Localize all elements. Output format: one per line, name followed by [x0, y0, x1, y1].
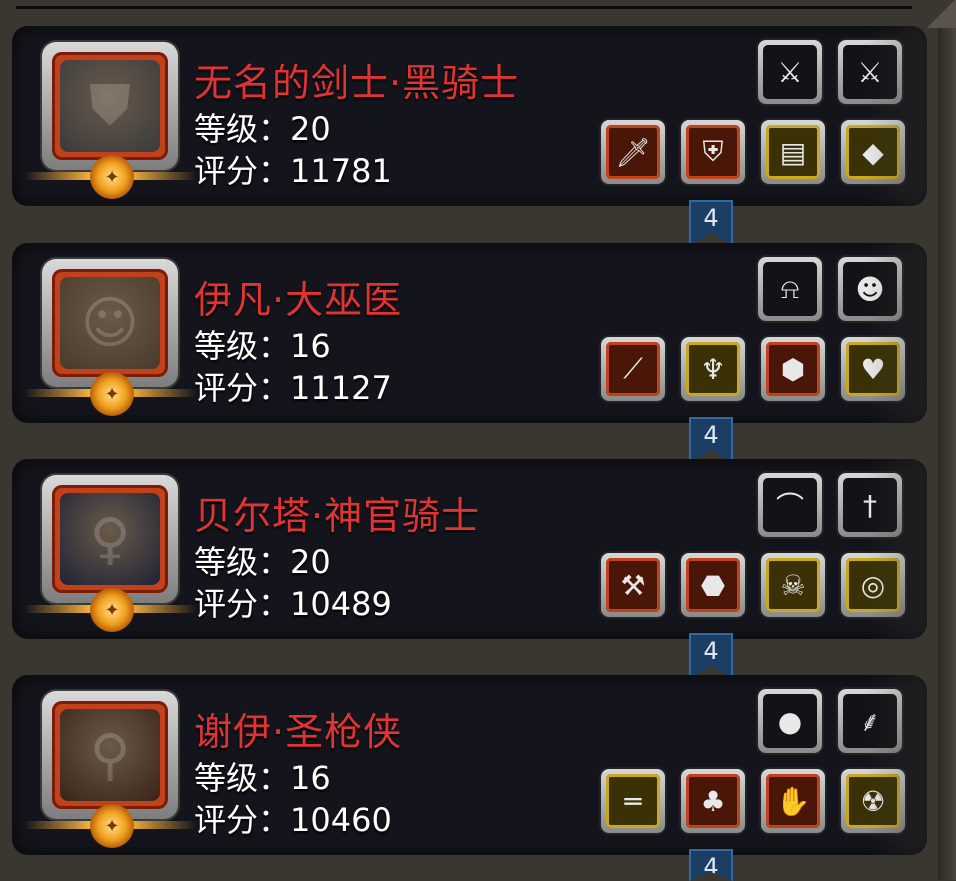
equipment-slot[interactable]: ♣ [681, 769, 745, 833]
armor-icon: ⛨ [686, 125, 740, 179]
hero-card[interactable]: ⛊ ✦ 无名的剑士·黑骑士 等级：20 评分：11781 ⚔ ⚔ 🗡 ⛨ ▤ ◆ [12, 26, 927, 206]
scepter-icon: † [843, 478, 897, 532]
equipment-slot[interactable]: ♆ [681, 337, 745, 401]
hero-portrait[interactable]: ⚲ ✦ [24, 691, 196, 848]
equipment-slot[interactable]: ◆ [841, 120, 905, 184]
greatsword-icon: ⚔ [763, 45, 817, 99]
old-shaman-icon: ☺ [80, 290, 140, 356]
equipment-slot[interactable]: ● [758, 689, 822, 753]
hero-portrait[interactable]: ☺ ✦ [24, 259, 196, 416]
staff-icon: ⟋ [606, 342, 660, 396]
hero-level: 等级：20 [194, 543, 331, 581]
amulet-icon: ♥ [846, 342, 900, 396]
pearl-orb-icon: ● [763, 694, 817, 748]
hero-card[interactable]: ♀ ✦ 贝尔塔·神官骑士 等级：20 评分：10489 ⌒ † ⚒ ⬣ ☠ ◎ [12, 459, 927, 639]
hero-portrait[interactable]: ⛊ ✦ [24, 42, 196, 199]
gunslinger-hat-icon: ⚲ [89, 722, 131, 788]
sword-icon: 🗡 [606, 125, 660, 179]
hero-name: 伊凡·大巫医 [194, 278, 403, 322]
gem-icon: ◆ [846, 125, 900, 179]
gauntlet-icon: ✋ [766, 774, 820, 828]
hero-avatar: ☺ [60, 277, 160, 369]
skull-mask-icon: ☠ [766, 558, 820, 612]
rank-emblem-icon: ✦ [90, 588, 134, 632]
hero-level: 等级：20 [194, 110, 331, 148]
orb-icon: ⬢ [766, 342, 820, 396]
equipment-slot[interactable]: ⍾ [758, 257, 822, 321]
whip-icon: ⌒ [763, 478, 817, 532]
feather-icon: ⸙ [843, 694, 897, 748]
equipment-slot[interactable]: ⸙ [838, 689, 902, 753]
pauldron-icon: ⬣ [686, 558, 740, 612]
equipment-slot[interactable]: ▤ [761, 120, 825, 184]
equipment-slot[interactable]: ═ [601, 769, 665, 833]
bell-icon: ⍾ [763, 262, 817, 316]
top-divider [16, 6, 912, 9]
skull-charm-icon: ☢ [846, 774, 900, 828]
equipment-slot[interactable]: ✋ [761, 769, 825, 833]
hooded-priestess-icon: ♀ [89, 506, 131, 572]
equipment-slot[interactable]: † [838, 473, 902, 537]
equipment-slot[interactable]: ♥ [841, 337, 905, 401]
equipment-slot[interactable]: ☻ [838, 257, 902, 321]
hero-score: 评分：10489 [194, 585, 392, 623]
hero-name: 谢伊·圣枪侠 [194, 710, 403, 754]
hero-score: 评分：11127 [194, 369, 392, 407]
frame-corner [926, 0, 956, 28]
horned-helm-icon: ♆ [686, 342, 740, 396]
equipment-slot[interactable]: ☠ [761, 553, 825, 617]
hero-name: 无名的剑士·黑骑士 [194, 61, 520, 105]
mask-icon: ☻ [843, 262, 897, 316]
hero-score: 评分：10460 [194, 801, 392, 839]
equipment-slot[interactable]: ⬣ [681, 553, 745, 617]
hero-avatar: ⛊ [60, 60, 160, 152]
equipment-slot[interactable]: ◎ [841, 553, 905, 617]
vest-icon: ♣ [686, 774, 740, 828]
equipment-slot[interactable]: 🗡 [601, 120, 665, 184]
scroll-icon: ▤ [766, 125, 820, 179]
portrait-frame: ⛊ [52, 52, 168, 160]
helmet-knight-icon: ⛊ [89, 73, 131, 138]
equipment-slot[interactable]: ⚔ [838, 40, 902, 104]
bookmark-tab[interactable]: 4 [689, 200, 733, 246]
hero-name: 贝尔塔·神官骑士 [194, 494, 481, 538]
equipment-slot[interactable]: ⌒ [758, 473, 822, 537]
equipment-slot[interactable]: ⬢ [761, 337, 825, 401]
portrait-frame: ⚲ [52, 701, 168, 809]
greatsword-icon: ⚔ [843, 45, 897, 99]
equipment-slot[interactable]: ☢ [841, 769, 905, 833]
equipment-slot[interactable]: ⚔ [758, 40, 822, 104]
ring-icon: ◎ [846, 558, 900, 612]
hero-card[interactable]: ☺ ✦ 伊凡·大巫医 等级：16 评分：11127 ⍾ ☻ ⟋ ♆ ⬢ ♥ [12, 243, 927, 423]
hero-portrait[interactable]: ♀ ✦ [24, 475, 196, 632]
equipment-slot[interactable]: ⟋ [601, 337, 665, 401]
rank-emblem-icon: ✦ [90, 372, 134, 416]
hero-level: 等级：16 [194, 327, 331, 365]
portrait-frame: ☺ [52, 269, 168, 377]
equipment-slot[interactable]: ⛨ [681, 120, 745, 184]
portrait-frame: ♀ [52, 485, 168, 593]
equipment-slot[interactable]: ⚒ [601, 553, 665, 617]
bookmark-tab[interactable]: 4 [689, 849, 733, 881]
hero-score: 评分：11781 [194, 152, 392, 190]
rank-emblem-icon: ✦ [90, 804, 134, 848]
rifle-icon: ═ [606, 774, 660, 828]
bookmark-tab[interactable]: 4 [689, 633, 733, 679]
hero-avatar: ⚲ [60, 709, 160, 801]
hero-level: 等级：16 [194, 759, 331, 797]
hammer-icon: ⚒ [606, 558, 660, 612]
bookmark-tab[interactable]: 4 [689, 417, 733, 463]
rank-emblem-icon: ✦ [90, 155, 134, 199]
right-frame-edge [938, 0, 956, 880]
hero-card[interactable]: ⚲ ✦ 谢伊·圣枪侠 等级：16 评分：10460 ● ⸙ ═ ♣ ✋ ☢ [12, 675, 927, 855]
hero-avatar: ♀ [60, 493, 160, 585]
